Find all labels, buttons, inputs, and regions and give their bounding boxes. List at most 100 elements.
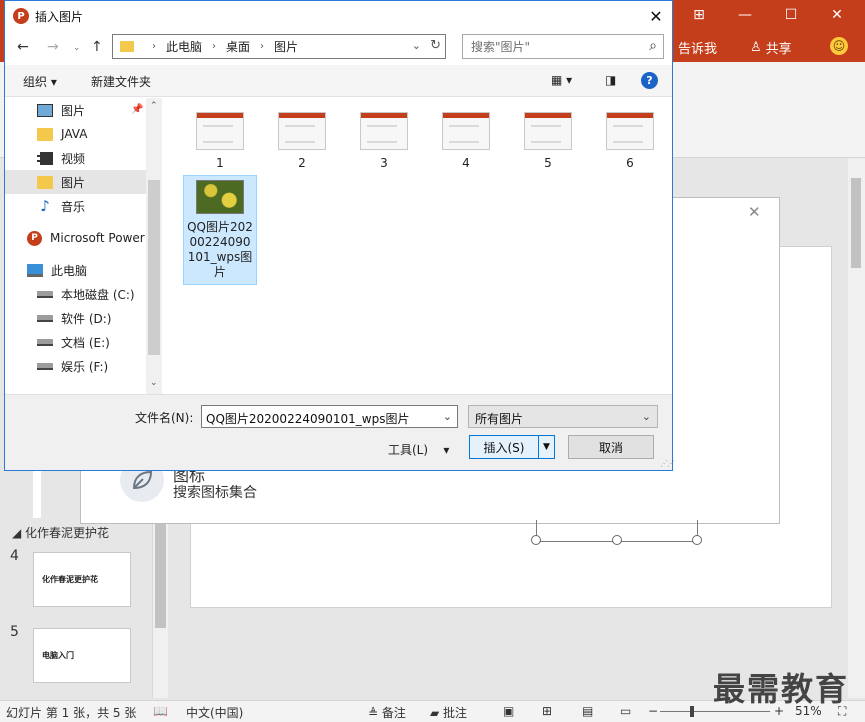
file-name: 2 bbox=[298, 156, 306, 170]
slide-number: 5 bbox=[10, 624, 19, 640]
nav-item-drive-e[interactable]: 文档 (E:) bbox=[5, 330, 146, 354]
maximize-button[interactable]: ☐ bbox=[768, 0, 814, 30]
organize-menu[interactable]: 组织 ▾ bbox=[23, 73, 57, 90]
file-item[interactable]: 5 bbox=[511, 112, 585, 171]
tell-me-box[interactable]: 告诉我 bbox=[678, 38, 717, 57]
nav-item-videos[interactable]: 视频 bbox=[5, 146, 146, 170]
filter-value: 所有图片 bbox=[475, 412, 524, 426]
editor-scrollbar[interactable] bbox=[848, 158, 865, 698]
resize-handle[interactable] bbox=[531, 535, 541, 545]
nav-item-powerpoint[interactable]: P Microsoft Power bbox=[5, 226, 146, 250]
language-status[interactable]: 中文(中国) bbox=[186, 704, 243, 721]
photo-thumbnail bbox=[196, 180, 244, 214]
file-list: 1 2 3 4 5 6 QQ图片20200224090101_wps图片 bbox=[163, 98, 672, 394]
nav-item-this-pc[interactable]: 此电脑 bbox=[5, 258, 146, 282]
up-arrow-icon[interactable]: ↑ bbox=[91, 39, 103, 55]
nav-item-label: JAVA bbox=[61, 127, 88, 141]
slide-thumbnail-5[interactable]: 电脑入门 bbox=[33, 628, 131, 683]
breadcrumb-this-pc[interactable]: 此电脑 bbox=[166, 38, 202, 55]
scroll-thumb[interactable] bbox=[148, 180, 160, 355]
slide-thumb-text: 化作春泥更护花 bbox=[42, 575, 98, 584]
share-button[interactable]: ♙ 共享 bbox=[750, 38, 792, 57]
zoom-out-button[interactable]: − bbox=[648, 704, 658, 718]
resize-handle[interactable] bbox=[692, 535, 702, 545]
nav-item-drive-d[interactable]: 软件 (D:) bbox=[5, 306, 146, 330]
nav-item-pictures-folder[interactable]: 图片 bbox=[5, 170, 146, 194]
normal-view-icon[interactable]: ▣ bbox=[503, 704, 514, 718]
folder-icon bbox=[120, 41, 134, 52]
file-item[interactable]: 3 bbox=[347, 112, 421, 171]
tools-menu[interactable]: 工具(L) ▾ bbox=[388, 441, 449, 458]
scroll-thumb[interactable] bbox=[851, 178, 861, 268]
filename-input[interactable]: QQ图片20200224090101_wps图片 ⌄ bbox=[201, 405, 458, 428]
chevron-down-icon[interactable]: ⌄ bbox=[412, 39, 421, 52]
resize-grip-icon[interactable]: ⋰⋰ bbox=[660, 459, 675, 468]
forward-arrow-icon[interactable]: → bbox=[47, 39, 59, 55]
help-icon[interactable]: ? bbox=[641, 72, 658, 89]
slide-thumb-partial bbox=[33, 463, 41, 518]
section-label[interactable]: ◢ 化作春泥更护花 bbox=[12, 524, 109, 541]
notes-button[interactable]: ≜ 备注 bbox=[368, 704, 406, 721]
nav-item-java[interactable]: JAVA bbox=[5, 122, 146, 146]
section-name: 化作春泥更护花 bbox=[25, 526, 110, 540]
tell-me-label: 告诉我 bbox=[678, 42, 718, 57]
close-window-button[interactable]: ✕ bbox=[814, 0, 860, 30]
scroll-down-icon[interactable]: ⌄ bbox=[150, 378, 158, 388]
filename-value: QQ图片20200224090101_wps图片 bbox=[206, 412, 410, 426]
view-options-icon[interactable]: ▦ ▾ bbox=[551, 73, 572, 87]
insert-button[interactable]: 插入(S) ▼ bbox=[469, 435, 555, 459]
sorter-view-icon[interactable]: ⊞ bbox=[542, 704, 552, 718]
file-thumbnail bbox=[360, 112, 408, 150]
file-item-selected[interactable]: QQ图片20200224090101_wps图片 bbox=[183, 175, 257, 285]
nav-item-label: 娱乐 (F:) bbox=[61, 359, 109, 374]
chevron-right-icon: › bbox=[212, 41, 217, 52]
search-input[interactable]: 搜索"图片" ⌕ bbox=[462, 34, 664, 59]
share-label: 共享 bbox=[765, 42, 792, 57]
comments-button[interactable]: ▰ 批注 bbox=[430, 704, 467, 721]
resize-handle[interactable] bbox=[612, 535, 622, 545]
breadcrumb-desktop[interactable]: 桌面 bbox=[226, 38, 250, 55]
file-thumbnail bbox=[278, 112, 326, 150]
nav-item-drive-c[interactable]: 本地磁盘 (C:) bbox=[5, 282, 146, 306]
file-item[interactable]: 1 bbox=[183, 112, 257, 171]
pin-icon[interactable]: 📌 bbox=[131, 104, 143, 115]
slide-thumbnail-4[interactable]: 化作春泥更护花 bbox=[33, 552, 131, 607]
caret-down-icon: ▾ bbox=[443, 443, 450, 457]
file-item[interactable]: 2 bbox=[265, 112, 339, 171]
breadcrumb-pictures[interactable]: 图片 bbox=[274, 38, 298, 55]
slide-number: 4 bbox=[10, 548, 19, 564]
insert-picture-dialog: P 插入图片 ✕ ← → ⌄ ↑ › 此电脑 › 桌面 › 图片 ⌄ ↻ 搜索"… bbox=[4, 0, 675, 471]
nav-item-music[interactable]: ♪ 音乐 bbox=[5, 194, 146, 218]
zoom-slider[interactable] bbox=[660, 711, 770, 712]
zoom-knob[interactable] bbox=[690, 706, 694, 717]
file-name: 5 bbox=[544, 156, 552, 170]
refresh-icon[interactable]: ↻ bbox=[430, 38, 441, 53]
dialog-title-bar: P 插入图片 ✕ bbox=[5, 1, 672, 31]
spellcheck-icon[interactable]: 📖 bbox=[153, 704, 168, 718]
back-arrow-icon[interactable]: ← bbox=[17, 39, 29, 55]
preview-pane-icon[interactable]: ◨ bbox=[605, 73, 616, 87]
minimize-button[interactable]: — bbox=[722, 0, 768, 30]
dialog-close-button[interactable]: ✕ bbox=[641, 5, 671, 27]
scroll-up-icon[interactable]: ⌃ bbox=[150, 101, 158, 111]
chevron-down-icon: ⌄ bbox=[641, 410, 651, 423]
reading-view-icon[interactable]: ▤ bbox=[582, 704, 593, 718]
nav-pane-scrollbar[interactable]: ⌃ ⌄ bbox=[146, 98, 162, 394]
close-icon[interactable]: ✕ bbox=[748, 203, 761, 221]
file-thumbnail bbox=[442, 112, 490, 150]
nav-item-pictures[interactable]: 图片 bbox=[5, 98, 146, 122]
file-type-select[interactable]: 所有图片 ⌄ bbox=[468, 405, 658, 428]
slideshow-view-icon[interactable]: ▭ bbox=[620, 704, 631, 718]
cancel-button[interactable]: 取消 bbox=[568, 435, 654, 459]
nav-item-drive-f[interactable]: 娱乐 (F:) bbox=[5, 354, 146, 378]
insert-options-dropdown-icon[interactable]: ▼ bbox=[538, 436, 554, 458]
file-item[interactable]: 4 bbox=[429, 112, 503, 171]
chevron-down-icon[interactable]: ⌄ bbox=[443, 410, 452, 423]
watermark: 最需教育 bbox=[713, 670, 850, 708]
file-item[interactable]: 6 bbox=[593, 112, 667, 171]
ribbon-display-icon[interactable]: ⊞ bbox=[676, 0, 722, 30]
recent-dropdown-icon[interactable]: ⌄ bbox=[73, 43, 81, 53]
new-folder-button[interactable]: 新建文件夹 bbox=[91, 73, 151, 90]
address-bar[interactable]: › 此电脑 › 桌面 › 图片 ⌄ ↻ bbox=[112, 34, 446, 59]
smiley-feedback-icon[interactable]: ☺ bbox=[830, 37, 848, 55]
